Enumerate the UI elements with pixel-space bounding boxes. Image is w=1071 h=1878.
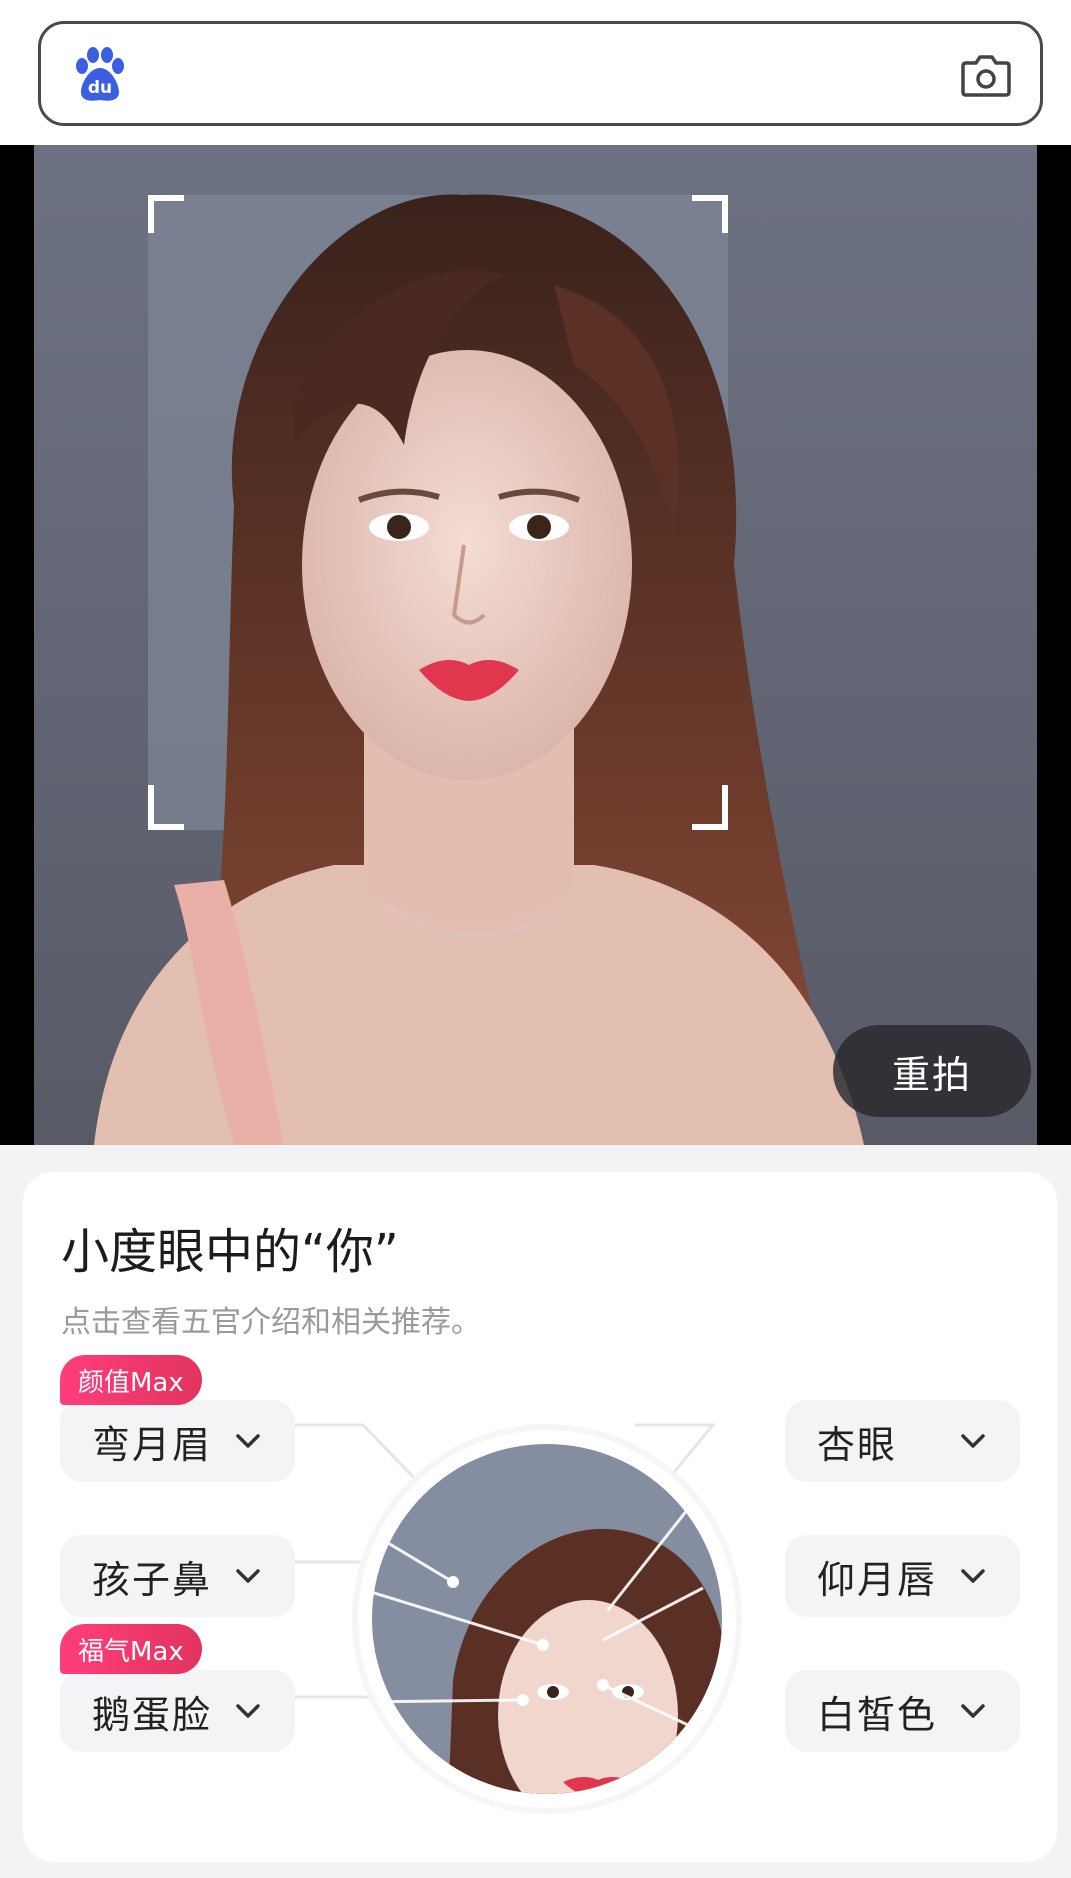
chevron-down-icon <box>236 1569 260 1583</box>
search-bar[interactable]: du <box>38 21 1043 126</box>
baidu-paw-logo[interactable]: du <box>71 46 129 104</box>
chevron-down-icon <box>961 1569 985 1583</box>
chevron-down-icon <box>961 1704 985 1718</box>
result-subtitle: 点击查看五官介绍和相关推荐。 <box>61 1305 481 1340</box>
camera-icon[interactable] <box>960 50 1012 100</box>
feature-chip-face-shape[interactable]: 鹅蛋脸 <box>60 1670 295 1752</box>
chevron-down-icon <box>236 1704 260 1718</box>
badge-fortune-max: 福气Max <box>60 1624 202 1674</box>
feature-label: 杏眼 <box>817 1422 898 1467</box>
badge-beauty-max: 颜值Max <box>60 1355 202 1405</box>
feature-chip-nose[interactable]: 孩子鼻 <box>60 1535 295 1617</box>
search-header: du <box>0 0 1071 145</box>
feature-label: 白皙色 <box>817 1692 938 1737</box>
face-thumbnail <box>372 1444 722 1794</box>
feature-label: 鹅蛋脸 <box>92 1692 213 1737</box>
feature-label: 弯月眉 <box>92 1422 213 1467</box>
logo-text: du <box>88 78 112 98</box>
chevron-down-icon <box>961 1434 985 1448</box>
portrait-photo <box>34 145 1037 1145</box>
photo-area: 重拍 <box>0 145 1071 1145</box>
feature-chip-lips[interactable]: 仰月唇 <box>785 1535 1020 1617</box>
retake-button[interactable]: 重拍 <box>833 1025 1031 1117</box>
feature-label: 孩子鼻 <box>92 1557 213 1602</box>
feature-chip-eyes[interactable]: 杏眼 <box>785 1400 1020 1482</box>
face-thumbnail-circle <box>358 1430 736 1808</box>
feature-chip-skin[interactable]: 白皙色 <box>785 1670 1020 1752</box>
result-section: 小度眼中的“你” 点击查看五官介绍和相关推荐。 弯月眉 颜值Max 孩子鼻 鹅蛋… <box>0 1145 1071 1878</box>
result-title: 小度眼中的“你” <box>61 1224 399 1280</box>
feature-label: 仰月唇 <box>817 1557 938 1602</box>
feature-chip-eyebrow[interactable]: 弯月眉 <box>60 1400 295 1482</box>
result-card: 小度眼中的“你” 点击查看五官介绍和相关推荐。 弯月眉 颜值Max 孩子鼻 鹅蛋… <box>23 1172 1057 1862</box>
chevron-down-icon <box>236 1434 260 1448</box>
